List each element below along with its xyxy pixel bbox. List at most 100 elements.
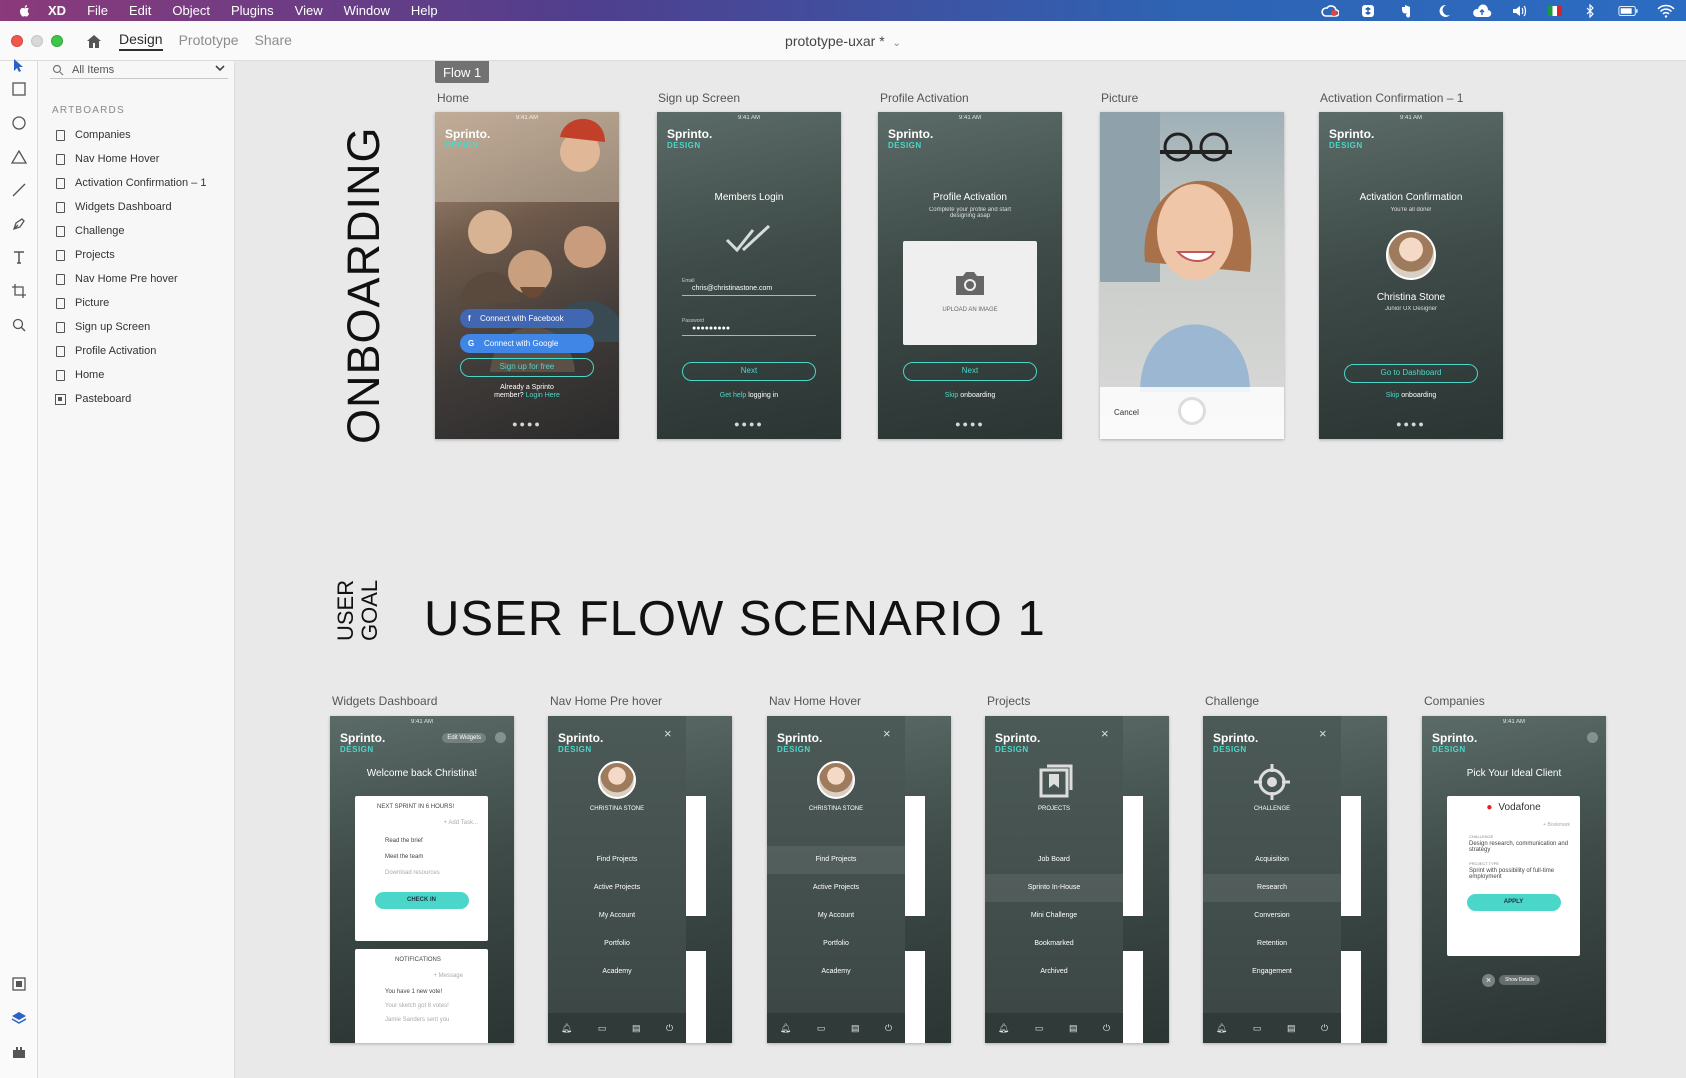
artboard-tool-icon[interactable] [9, 281, 29, 301]
challenge-item-research[interactable]: Research [1203, 874, 1341, 902]
evernote-icon[interactable] [1396, 4, 1416, 18]
layer-item-projects[interactable]: Projects [55, 243, 206, 267]
artboard-sign-up[interactable]: 9:41 AM Sprinto. DESIGN Members Login Ema… [657, 112, 841, 439]
layer-item-nav-home-hover[interactable]: Nav Home Hover [55, 147, 206, 171]
volume-icon[interactable] [1510, 4, 1530, 18]
close-icon[interactable]: × [1319, 726, 1327, 741]
more-icon[interactable] [1587, 732, 1598, 743]
artboard-label-nav-home-pre-hover[interactable]: Nav Home Pre hover [550, 694, 662, 708]
task-item[interactable]: Read the brief [355, 826, 488, 844]
more-icon[interactable] [495, 732, 506, 743]
layer-item-picture[interactable]: Picture [55, 291, 206, 315]
challenge-item-conversion[interactable]: Conversion [1203, 902, 1341, 930]
chat-icon[interactable]: ▭ [1253, 1023, 1262, 1034]
zoom-tool-icon[interactable] [9, 315, 29, 335]
nav-item-find-projects[interactable]: Find Projects [548, 846, 686, 874]
skip-link[interactable]: Skip [945, 392, 959, 399]
layer-item-profile-activation[interactable]: Profile Activation [55, 339, 206, 363]
layer-item-challenge[interactable]: Challenge [55, 219, 206, 243]
rectangle-tool-icon[interactable] [9, 79, 29, 99]
close-icon[interactable]: × [664, 726, 672, 741]
artboard-label-activation-confirmation[interactable]: Activation Confirmation – 1 [1320, 91, 1463, 105]
close-icon[interactable]: × [883, 726, 891, 741]
layer-item-widgets-dashboard[interactable]: Widgets Dashboard [55, 195, 206, 219]
challenge-item-retention[interactable]: Retention [1203, 930, 1341, 958]
nav-item-my-account[interactable]: My Account [767, 902, 905, 930]
shutter-button[interactable] [1178, 397, 1206, 425]
menu-app-xd[interactable]: XD [48, 3, 66, 18]
line-tool-icon[interactable] [9, 180, 29, 200]
company-card[interactable]: ● Vodafone + Bookmark CHALLENGE Design re… [1447, 796, 1580, 956]
italian-flag-icon[interactable] [1548, 5, 1562, 16]
projects-item-sprinto-in-house[interactable]: Sprinto In-House [985, 874, 1123, 902]
layer-item-home[interactable]: Home [55, 363, 206, 387]
tab-prototype[interactable]: Prototype [179, 32, 239, 50]
bell-icon[interactable]: 🔔︎ [561, 1023, 572, 1034]
next-button[interactable]: Next [682, 362, 816, 381]
next-button[interactable]: Next [903, 362, 1037, 381]
apply-button[interactable]: APPLY [1466, 894, 1561, 911]
bell-icon[interactable]: 🔔︎ [1216, 1023, 1227, 1034]
notification-item[interactable]: Your sketch got 8 votes! [355, 995, 488, 1009]
get-help-link[interactable]: Get help [720, 392, 746, 399]
power-icon[interactable]: ⏻ [885, 1023, 892, 1034]
artboard-label-home[interactable]: Home [437, 91, 469, 105]
artboard-companies[interactable]: 9:41 AM Sprinto. DESIGN Pick Your Ideal C… [1422, 716, 1606, 1043]
creative-cloud-icon[interactable] [1320, 4, 1340, 18]
email-field[interactable]: chris@christinastone.com [682, 285, 816, 296]
artboard-label-widgets-dashboard[interactable]: Widgets Dashboard [332, 694, 437, 708]
close-icon[interactable]: × [1101, 726, 1109, 741]
artboard-nav-home-hover[interactable]: Sprinto. DESIGN × CHRISTINA STONE Find Pr… [767, 716, 951, 1043]
artboard-label-nav-home-hover[interactable]: Nav Home Hover [769, 694, 861, 708]
upload-image-card[interactable]: UPLOAD AN IMAGE [903, 241, 1037, 345]
bookmark-button[interactable]: + Bookmark [1447, 813, 1580, 828]
close-window-button[interactable] [11, 34, 23, 47]
nav-item-my-account[interactable]: My Account [548, 902, 686, 930]
artboard-nav-home-pre-hover[interactable]: Sprinto. DESIGN × CHRISTINA STONE Find Pr… [548, 716, 732, 1043]
show-details-button[interactable]: Show Details [1499, 975, 1541, 985]
connect-facebook-button[interactable]: f Connect with Facebook [460, 309, 594, 328]
chat-icon[interactable]: ▭ [817, 1023, 826, 1034]
assets-panel-icon[interactable] [9, 974, 29, 994]
chevron-down-icon[interactable]: ⌄ [893, 38, 901, 49]
artboard-picture[interactable]: Cancel [1100, 112, 1284, 439]
artboard-projects[interactable]: Sprinto. DESIGN × PROJECTS Job Board Spri… [985, 716, 1169, 1043]
artboard-profile-activation[interactable]: 9:41 AM Sprinto. DESIGN Profile Activatio… [878, 112, 1062, 439]
projects-item-mini-challenge[interactable]: Mini Challenge [985, 902, 1123, 930]
apple-icon[interactable] [16, 3, 34, 18]
artboard-widgets-dashboard[interactable]: 9:41 AM Sprinto. DESIGN Edit Widgets Welc… [330, 716, 514, 1043]
night-shift-icon[interactable] [1434, 4, 1454, 18]
nav-item-academy[interactable]: Academy [548, 958, 686, 986]
chevron-down-icon[interactable] [214, 62, 226, 74]
bell-icon[interactable]: 🔔︎ [780, 1023, 791, 1034]
layers-search-input[interactable]: All Items [50, 61, 228, 79]
calendar-icon[interactable]: ▤ [851, 1023, 860, 1034]
close-icon[interactable]: × [1482, 974, 1495, 987]
chat-icon[interactable]: ▭ [598, 1023, 607, 1034]
document-name[interactable]: prototype-uxar * [785, 33, 885, 49]
menu-edit[interactable]: Edit [129, 3, 151, 18]
layer-item-nav-home-pre-hover[interactable]: Nav Home Pre hover [55, 267, 206, 291]
menu-view[interactable]: View [295, 3, 323, 18]
artboard-label-sign-up[interactable]: Sign up Screen [658, 91, 740, 105]
bell-icon[interactable]: 🔔︎ [998, 1023, 1009, 1034]
artboard-activation-confirmation[interactable]: 9:41 AM Sprinto. DESIGN Activation Confir… [1319, 112, 1503, 439]
power-icon[interactable]: ⏻ [1103, 1023, 1110, 1034]
check-in-button[interactable]: CHECK IN [374, 892, 469, 909]
select-tool-icon[interactable] [9, 55, 29, 75]
nav-item-portfolio[interactable]: Portfolio [548, 930, 686, 958]
menu-object[interactable]: Object [172, 3, 210, 18]
layer-item-companies[interactable]: Companies [55, 123, 206, 147]
notification-item[interactable]: Jamie Sanders sent you [355, 1009, 488, 1023]
home-icon[interactable] [85, 32, 103, 50]
zoom-window-button[interactable] [51, 34, 63, 47]
text-tool-icon[interactable] [9, 247, 29, 267]
dropbox-icon[interactable] [1358, 4, 1378, 18]
chat-icon[interactable]: ▭ [1035, 1023, 1044, 1034]
bluetooth-icon[interactable] [1580, 3, 1600, 18]
layer-item-sign-up-screen[interactable]: Sign up Screen [55, 315, 206, 339]
add-task-button[interactable]: + Add Task... [355, 810, 488, 826]
calendar-icon[interactable]: ▤ [1069, 1023, 1078, 1034]
layer-item-activation-confirmation[interactable]: Activation Confirmation – 1 [55, 171, 206, 195]
artboard-label-picture[interactable]: Picture [1101, 91, 1138, 105]
